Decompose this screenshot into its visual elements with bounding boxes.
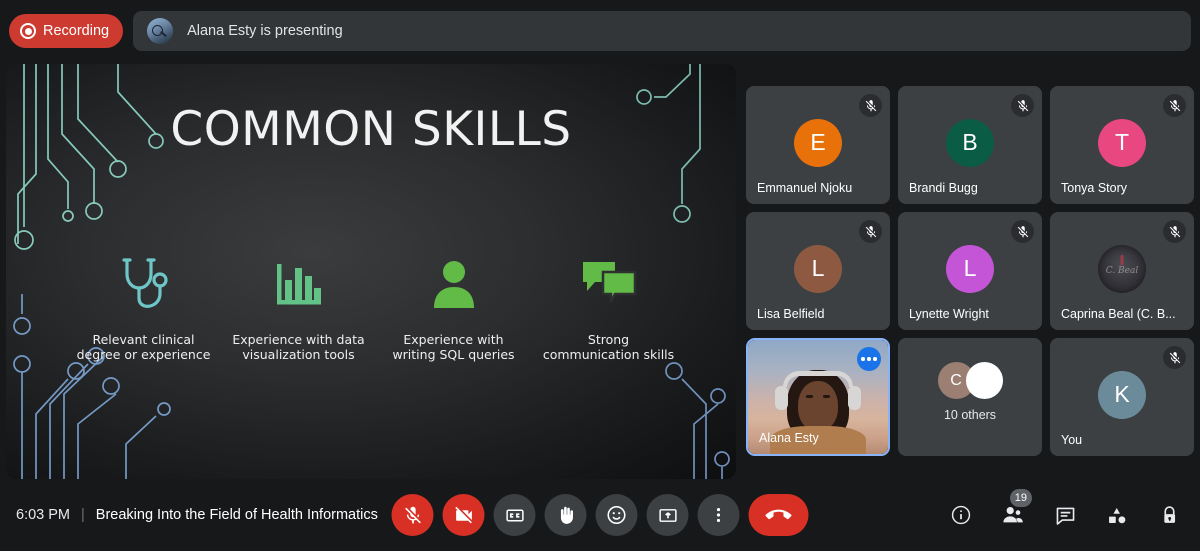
avatar-initial: B — [962, 129, 978, 156]
mic-off-icon — [1163, 220, 1186, 243]
top-bar: Recording Alana Esty is presenting — [0, 0, 1200, 62]
avatar-initial: L — [811, 255, 825, 282]
bottom-bar: 6:03 PM | Breaking Into the Field of Hea… — [0, 479, 1200, 551]
participant-name: You — [1061, 433, 1083, 447]
avatar: E — [794, 118, 842, 167]
record-dot-icon — [20, 23, 36, 39]
participant-tile[interactable]: C. Beal Caprina Beal (C. B... — [1050, 212, 1194, 330]
presentation-stage[interactable]: COMMON SKILLS Relevant clinical degree o… — [6, 64, 736, 479]
bar-chart-icon — [273, 254, 325, 314]
participant-tile[interactable]: T Tonya Story — [1050, 86, 1194, 204]
recording-badge[interactable]: Recording — [9, 14, 124, 48]
presenting-label: Alana Esty is presenting — [187, 23, 343, 39]
person-icon — [429, 254, 479, 314]
people-count-badge: 19 — [1009, 489, 1032, 507]
reactions-button[interactable] — [595, 494, 638, 536]
stethoscope-icon — [119, 254, 169, 314]
more-options-button[interactable] — [697, 494, 740, 536]
presenting-banner[interactable]: Alana Esty is presenting — [133, 11, 1191, 51]
avatar-blank — [965, 362, 1003, 399]
participant-tile[interactable]: E Emmanuel Njoku — [746, 86, 890, 204]
raise-hand-button[interactable] — [544, 494, 587, 536]
people-button[interactable]: 19 — [996, 489, 1032, 532]
microphone-off-button[interactable] — [391, 494, 434, 536]
skill-label: Strong communication skills — [542, 332, 675, 362]
meta-separator: | — [81, 507, 85, 523]
utility-icons: 19 — [944, 489, 1186, 532]
clock-label: 6:03 PM — [16, 507, 70, 523]
mic-off-icon — [1163, 94, 1186, 117]
avatar-initial: T — [1114, 129, 1130, 156]
google-meet-window: Recording Alana Esty is presenting COMMO… — [0, 0, 1200, 551]
skill-item: Experience with data visualization tools — [221, 254, 376, 362]
others-avatars: C — [898, 362, 1042, 399]
participant-tile[interactable]: L Lynette Wright — [898, 212, 1042, 330]
skill-label: Relevant clinical degree or experience — [76, 332, 211, 362]
activities-button[interactable] — [1100, 498, 1134, 532]
mic-off-icon — [1163, 346, 1186, 369]
participant-name: Emmanuel Njoku — [757, 181, 853, 195]
mic-off-icon — [859, 94, 882, 117]
meeting-title: Breaking Into the Field of Health Inform… — [95, 507, 378, 523]
avatar-initial: K — [1114, 381, 1130, 408]
mic-off-icon — [1011, 220, 1034, 243]
participant-name: Tonya Story — [1061, 181, 1128, 195]
present-now-button[interactable] — [646, 494, 689, 536]
others-tile[interactable]: C 10 others — [898, 338, 1042, 456]
participant-tile[interactable]: B Brandi Bugg — [898, 86, 1042, 204]
skills-row: Relevant clinical degree or experience E… — [66, 254, 686, 362]
participant-tile-self[interactable]: K You — [1050, 338, 1194, 456]
participant-tile[interactable]: L Lisa Belfield — [746, 212, 890, 330]
avatar-initial: E — [810, 129, 826, 156]
participant-name: Lisa Belfield — [757, 307, 825, 321]
host-controls-button[interactable] — [1152, 498, 1186, 532]
avatar-initial: L — [963, 255, 977, 282]
avatar: K — [1098, 370, 1146, 419]
participant-name: Caprina Beal (C. B... — [1061, 307, 1176, 321]
avatar: L — [946, 244, 994, 293]
slide-title: COMMON SKILLS — [170, 102, 572, 157]
chat-button[interactable] — [1048, 498, 1082, 532]
participant-name: Lynette Wright — [909, 307, 989, 321]
skill-label: Experience with data visualization tools — [232, 332, 365, 362]
avatar: L — [794, 244, 842, 293]
chat-bubbles-icon — [581, 254, 637, 314]
more-options-icon[interactable] — [857, 347, 881, 371]
avatar-photo: C. Beal — [1098, 244, 1146, 293]
skill-item: Relevant clinical degree or experience — [66, 254, 221, 362]
avatar: T — [1098, 118, 1146, 167]
camera-off-button[interactable] — [442, 494, 485, 536]
mic-off-icon — [859, 220, 882, 243]
avatar-initial: C — [950, 371, 962, 389]
skill-label: Experience with writing SQL queries — [392, 332, 515, 362]
mic-off-icon — [1011, 94, 1034, 117]
avatar-photo-detail — [1120, 255, 1124, 266]
participant-name: Brandi Bugg — [909, 181, 978, 195]
recording-label: Recording — [43, 23, 110, 39]
meeting-meta: 6:03 PM | Breaking Into the Field of Hea… — [0, 507, 378, 523]
others-label: 10 others — [943, 408, 997, 422]
avatar-photo-caption: C. Beal — [1105, 266, 1139, 277]
captions-button[interactable] — [493, 494, 536, 536]
participant-grid: E Emmanuel Njoku B Brandi Bugg T Tonya S… — [746, 86, 1194, 468]
leave-call-button[interactable] — [748, 494, 809, 536]
participant-tile-active[interactable]: Alana Esty — [746, 338, 890, 456]
presenter-avatar-icon — [147, 18, 174, 44]
skill-item: Experience with writing SQL queries — [376, 254, 531, 362]
call-controls — [391, 494, 809, 536]
participant-name: Alana Esty — [759, 431, 819, 445]
meeting-details-button[interactable] — [944, 498, 978, 532]
avatar: B — [946, 118, 994, 167]
skill-item: Strong communication skills — [531, 254, 686, 362]
